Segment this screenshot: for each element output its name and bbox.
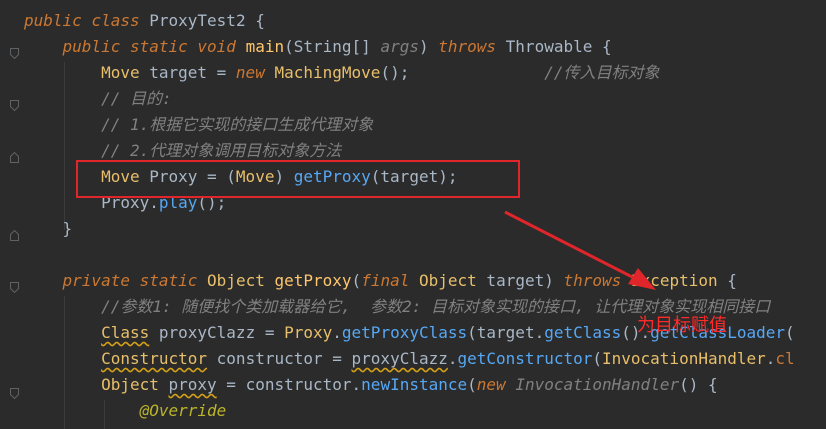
- annotation-arrow: [504, 210, 656, 290]
- annotation-label: 为目标赋值: [637, 315, 727, 336]
